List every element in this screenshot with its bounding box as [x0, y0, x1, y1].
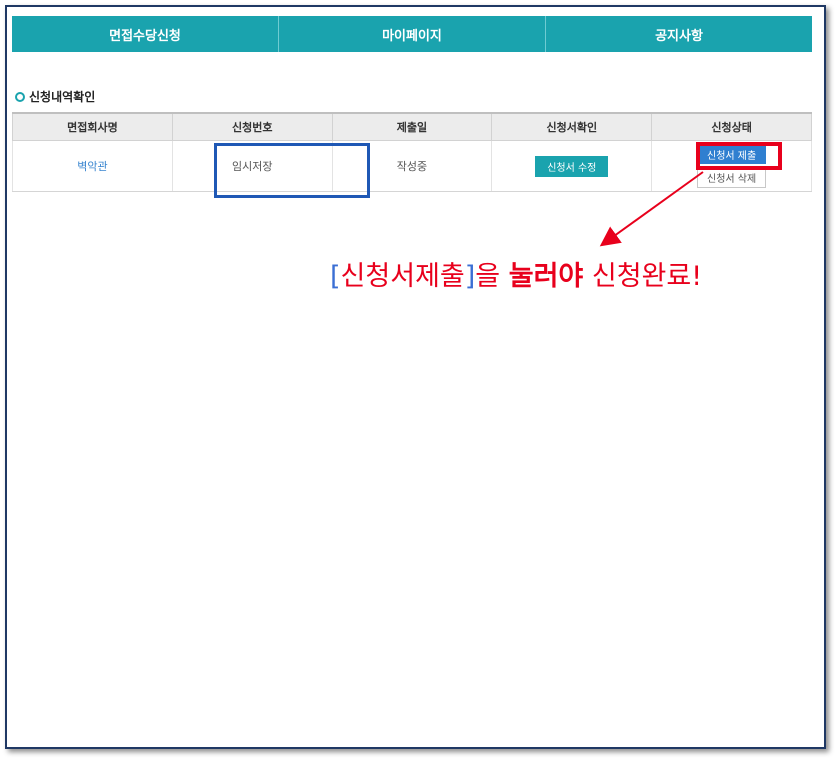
top-nav: 면접수당신청 마이페이지 공지사항	[12, 16, 812, 52]
cell-application-check: 신청서 수정	[491, 140, 653, 192]
company-link[interactable]: 벽악관	[77, 160, 107, 173]
annotation-text: [신청서제출]을 눌러야 신청완료!	[330, 254, 702, 293]
cell-company: 벽악관	[12, 140, 173, 192]
tab-mypage[interactable]: 마이페이지	[279, 16, 546, 52]
submit-application-button[interactable]: 신청서 제출	[697, 144, 767, 164]
annotation-bracket-open: [	[330, 261, 341, 292]
annotation-strong: 눌러야	[508, 261, 584, 292]
section-title: 신청내역확인	[15, 88, 95, 105]
table-row: 벽악관 임시저장 작성중 신청서 수정 신청서 제출 신청서 삭제	[12, 140, 812, 192]
section-title-text: 신청내역확인	[29, 90, 96, 104]
tab-interview-allowance[interactable]: 면접수당신청	[12, 16, 279, 52]
cell-submit-date: 작성중	[331, 140, 493, 192]
header-company: 면접회사명	[12, 112, 173, 141]
annotation-part1: 을	[475, 261, 509, 292]
tab-notice[interactable]: 공지사항	[546, 16, 812, 52]
cell-status: 신청서 제출 신청서 삭제	[651, 140, 812, 192]
application-table: 면접회사명 신청번호 제출일 신청서확인 신청상태 벽악관 임시저장 작성중 신…	[12, 112, 812, 192]
annotation-bracket-close: ]	[464, 261, 476, 292]
header-application-check: 신청서확인	[491, 112, 653, 141]
bullet-ring-icon	[15, 91, 25, 102]
header-status: 신청상태	[651, 112, 812, 141]
edit-application-button[interactable]: 신청서 수정	[535, 155, 609, 177]
delete-application-button[interactable]: 신청서 삭제	[697, 166, 767, 188]
annotation-bracket-text: 신청서제출	[340, 261, 465, 292]
cell-application-no: 임시저장	[171, 140, 333, 192]
header-application-no: 신청번호	[171, 112, 333, 141]
table-header-row: 면접회사명 신청번호 제출일 신청서확인 신청상태	[12, 112, 812, 141]
header-submit-date: 제출일	[331, 112, 493, 141]
annotation-part2: 신청완료!	[583, 261, 703, 292]
